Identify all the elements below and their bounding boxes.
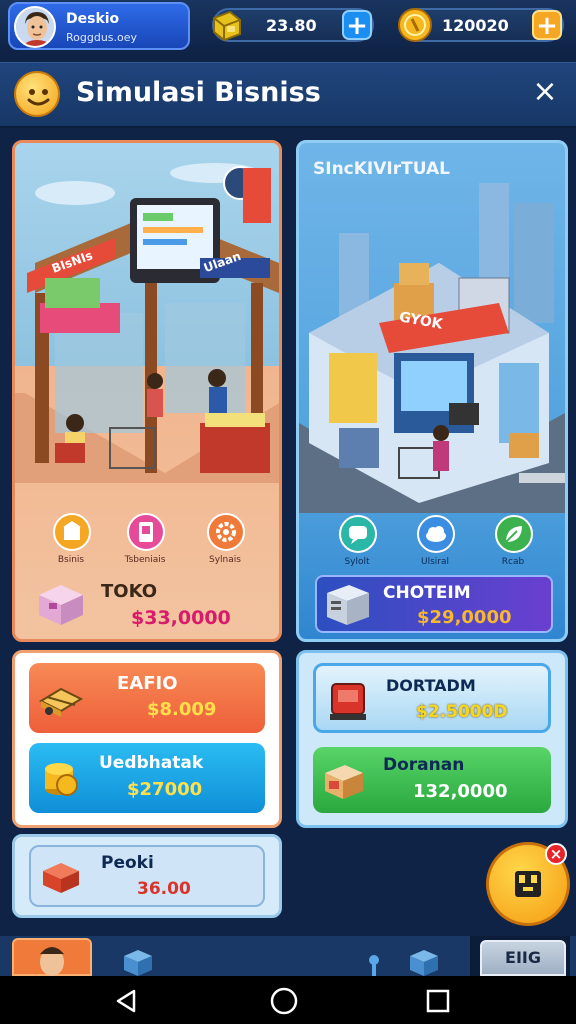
profile-subtitle: Roggdus.oey [66, 31, 138, 44]
add-coins-button[interactable]: + [532, 10, 562, 40]
cube-icon[interactable] [118, 946, 158, 976]
icon-label: Tsbeniais [124, 555, 166, 565]
offer-eafio[interactable]: EAFIO $8.009 [29, 663, 265, 733]
right-offers-panel: DORTADM $2.5000D Doranan 132,0000 [296, 650, 568, 828]
page-title: Simulasi Bisniss [76, 77, 321, 108]
offer-name: Doranan [383, 755, 465, 775]
cash-value: 23.80 [266, 16, 317, 35]
offer-value: $8.009 [147, 699, 217, 720]
store-illustration [15, 163, 279, 483]
machine-icon [322, 676, 374, 724]
icon-label: Sylolt [344, 557, 370, 567]
store-card-toko[interactable]: BIsNIs Ulaan Bsinis Tsbeniais Sylnais TO… [12, 140, 282, 642]
profile-card[interactable]: Deskio Roggdus.oey [8, 2, 190, 50]
virtual-store-price: $29,0000 [417, 607, 512, 628]
offer-dortadm[interactable]: DORTADM $2.5000D [313, 663, 551, 733]
store-name: TOKO [101, 581, 158, 602]
offer-peoki[interactable]: Peoki 36.00 [29, 845, 265, 907]
nav-profile-tab[interactable] [12, 938, 92, 976]
coin-stack-icon [37, 755, 85, 803]
icon-label: Ulsiral [421, 557, 449, 567]
chat-icon[interactable] [339, 515, 377, 553]
virtual-store-name: CHOTEIM [383, 583, 471, 603]
offer-name: Uedbhatak [99, 753, 204, 773]
smiley-icon [14, 71, 60, 117]
coin-icon [396, 6, 434, 44]
offer-doranan[interactable]: Doranan 132,0000 [313, 747, 551, 813]
left-offers-panel: EAFIO $8.009 Uedbhatak $27000 [12, 650, 282, 828]
gear-icon[interactable] [207, 513, 245, 551]
recents-icon[interactable] [426, 989, 450, 1013]
truck-icon [35, 675, 87, 721]
cash-stack-icon [208, 6, 246, 44]
icon-label: Rcab [501, 557, 525, 567]
back-icon[interactable] [114, 988, 140, 1014]
pin-icon[interactable] [364, 952, 384, 976]
system-navigation-bar [0, 976, 576, 1024]
tablet-icon[interactable] [127, 513, 165, 551]
icon-label: Sylnais [209, 555, 241, 565]
shop-icon[interactable] [53, 513, 91, 551]
avatar[interactable] [14, 6, 56, 48]
cloud-icon[interactable] [417, 515, 455, 553]
virtual-store-price-pill[interactable]: CHOTEIM $29,0000 [315, 575, 553, 633]
offer-uedbhatak[interactable]: Uedbhatak $27000 [29, 743, 265, 813]
offer-value: $27000 [127, 779, 203, 800]
offer-value: 132,0000 [413, 781, 508, 802]
profile-name: Deskio [66, 11, 120, 27]
assistant-button[interactable]: × [486, 842, 570, 926]
offer-name: DORTADM [386, 676, 476, 695]
server-icon [321, 579, 375, 629]
cash-resource: 23.80 + [212, 8, 374, 42]
virtual-store-title: SIncKIVIrTUAL [313, 159, 450, 179]
virtual-store-illustration [299, 183, 565, 513]
extra-offer-panel: Peoki 36.00 [12, 834, 282, 918]
cube-icon[interactable] [404, 946, 444, 976]
nav-right-button[interactable]: EIIG [480, 940, 566, 976]
coin-value: 120020 [442, 16, 509, 35]
box-icon [39, 857, 83, 897]
offer-name: Peoki [101, 853, 154, 873]
offer-name: EAFIO [117, 673, 178, 694]
store-card-virtual[interactable]: SIncKIVIrTUAL GYOK Sylolt Ulsiral Rcab C… [296, 140, 568, 642]
crate-icon [319, 757, 369, 803]
bottom-nav: EIIG [0, 936, 576, 976]
offer-value: $2.5000D [416, 702, 508, 722]
add-cash-button[interactable]: + [342, 10, 372, 40]
close-badge[interactable]: × [545, 843, 567, 865]
icon-label: Bsinis [57, 555, 85, 565]
coin-resource: 120020 + [398, 8, 564, 42]
store-price: $33,0000 [131, 607, 231, 629]
close-button[interactable]: × [530, 77, 560, 107]
leaf-icon[interactable] [495, 515, 533, 553]
home-icon[interactable] [270, 987, 298, 1015]
offer-value: 36.00 [137, 879, 191, 899]
gift-box-icon [35, 579, 87, 629]
panel-header: Simulasi Bisniss × [0, 62, 576, 128]
